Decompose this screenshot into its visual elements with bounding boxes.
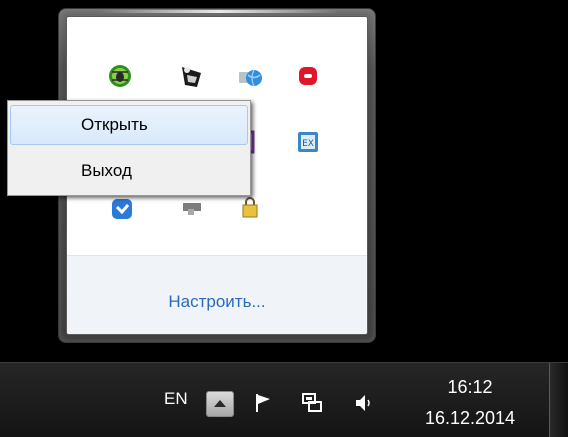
clock-date: 16.12.2014 [424,408,516,428]
customize-area: Настроить... [67,255,367,334]
menu-item-exit[interactable]: Выход [10,151,248,191]
show-hidden-icons-button[interactable] [206,391,234,417]
svg-text:EX: EX [302,139,314,149]
exchange-calendar-icon[interactable]: EX [295,129,321,155]
menu-item-open[interactable]: Открыть [10,105,248,145]
show-desktop-button[interactable] [549,363,568,437]
red-chat-icon[interactable] [295,63,321,89]
action-center-flag-icon[interactable] [252,391,276,415]
customize-link[interactable]: Настроить... [67,292,367,312]
flyout-glass-highlight [99,10,339,13]
tray-icon-context-menu: Открыть Выход [7,100,251,196]
speaker-horn-icon[interactable] [179,63,205,89]
taskbar: EN 16:12 16.12.2014 [0,362,568,437]
antivirus-bug-icon[interactable] [107,63,133,89]
clock[interactable]: 16:12 16.12.2014 [418,375,522,431]
gray-device-icon[interactable] [179,197,205,223]
yellow-lock-icon[interactable] [237,195,263,221]
network-globe-icon[interactable] [237,63,263,89]
clock-time: 16:12 [447,377,493,397]
volume-icon[interactable] [352,391,376,415]
language-indicator[interactable]: EN [164,389,188,409]
blue-shield-icon[interactable] [109,197,135,223]
chevron-up-icon [214,400,226,407]
network-icon[interactable] [300,391,324,415]
